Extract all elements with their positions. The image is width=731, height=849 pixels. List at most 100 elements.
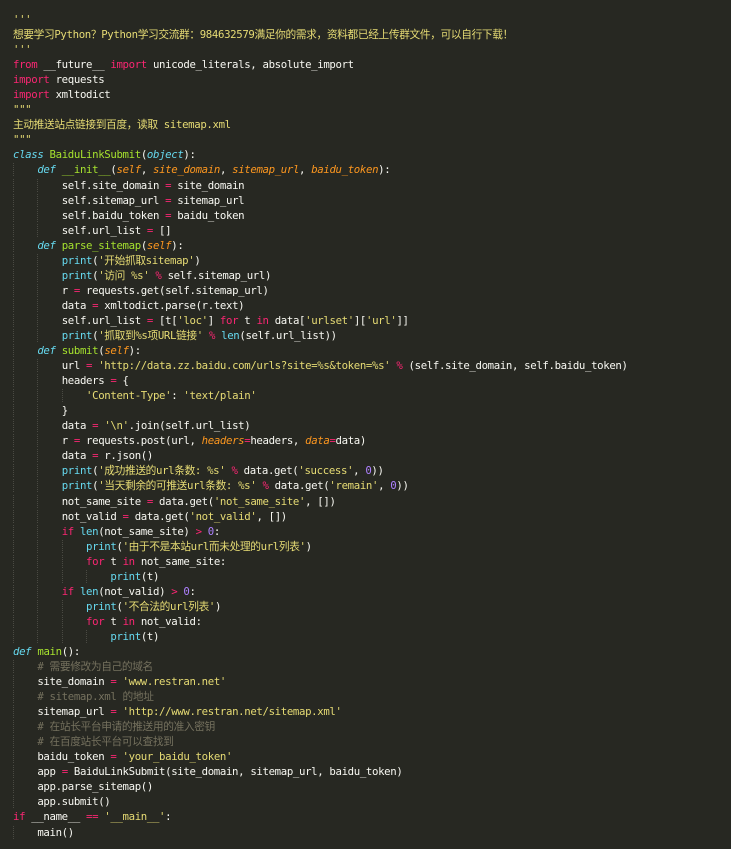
code-token: xmltodict	[49, 88, 111, 102]
code-token	[13, 329, 37, 342]
code-token: sitemap_url	[232, 163, 300, 177]
code-token: ):	[183, 148, 196, 162]
code-token	[62, 630, 86, 643]
code-token: from	[13, 58, 38, 72]
code-token: BaiduLinkSubmit(site_domain, sitemap_url…	[67, 765, 403, 779]
code-token: # 在百度站长平台可以查找到	[37, 735, 174, 749]
code-token: (not_valid)	[98, 584, 172, 598]
code-line: 想要学习Python？Python学习交流群：984632579满足你的需求，资…	[13, 27, 731, 42]
code-token	[13, 795, 37, 808]
code-token: for	[86, 554, 105, 568]
code-token: ))	[371, 464, 384, 478]
code-line: r = requests.get(self.sitemap_url)	[13, 283, 731, 298]
code-token: import	[110, 58, 147, 72]
code-token: submit	[61, 344, 99, 358]
code-token: app	[37, 765, 62, 779]
code-token: 'success'	[298, 464, 354, 478]
code-token: '\n'	[104, 419, 129, 433]
code-token: url	[61, 359, 87, 373]
code-token: (self.site_domain, self.baidu_token)	[402, 359, 628, 373]
code-line: '''	[13, 12, 731, 27]
code-token: print	[61, 268, 93, 282]
code-token	[13, 344, 37, 357]
code-token: self.url_list	[61, 223, 147, 237]
code-token: (t)	[140, 569, 160, 583]
code-token: not_valid:	[134, 614, 202, 628]
code-token: BaiduLinkSubmit	[49, 148, 142, 162]
code-token: r	[61, 434, 74, 448]
code-token: data.get(	[152, 494, 214, 508]
code-token	[13, 464, 37, 477]
code-token	[62, 389, 86, 402]
code-token: 'url'	[366, 313, 397, 327]
code-line: # 在百度站长平台可以查找到	[13, 734, 731, 749]
code-token	[13, 209, 37, 222]
code-line: app.submit()	[13, 794, 731, 809]
code-token: r.json()	[98, 449, 153, 463]
code-token	[13, 449, 37, 462]
code-token	[13, 675, 37, 688]
code-token: 'http://www.restran.net/sitemap.xml'	[122, 705, 342, 719]
code-token	[13, 615, 37, 628]
code-line: import xmltodict	[13, 87, 731, 102]
code-token	[37, 359, 61, 372]
code-token	[37, 374, 61, 387]
code-token: self	[116, 163, 141, 177]
code-line: self.site_domain = site_domain	[13, 178, 731, 193]
code-line: url = 'http://data.zz.baidu.com/urls?sit…	[13, 358, 731, 373]
code-token: [t[	[152, 313, 178, 327]
code-token	[37, 194, 61, 207]
code-token: ):	[378, 163, 391, 177]
code-token	[13, 194, 37, 207]
code-token: data.get(	[268, 479, 330, 493]
code-line: self.url_list = [t['loc'] for t in data[…	[13, 313, 731, 328]
code-token	[13, 479, 37, 492]
code-token	[13, 525, 37, 538]
code-token: print	[86, 599, 117, 613]
code-token: sitemap_url	[171, 193, 245, 207]
code-line: 'Content-Type': 'text/plain'	[13, 388, 731, 403]
code-token: t	[104, 614, 123, 628]
code-token: in	[122, 614, 136, 628]
code-line: app.parse_sitemap()	[13, 779, 731, 794]
code-line: not_valid = data.get('not_valid', [])	[13, 509, 731, 524]
code-token: baidu_token	[171, 208, 245, 222]
code-token: __init__	[61, 163, 111, 177]
code-line: print('开始抓取sitemap')	[13, 253, 731, 268]
code-token	[37, 449, 61, 462]
code-token	[13, 495, 37, 508]
code-token	[37, 555, 61, 568]
code-token	[13, 690, 37, 703]
code-token: data)	[335, 434, 367, 448]
code-token: for	[219, 313, 239, 327]
code-token: site_domain	[153, 163, 220, 177]
code-token: ,	[299, 163, 312, 177]
code-line: }	[13, 403, 731, 418]
code-token: 想要学习Python？Python学习交流群：984632579满足你的需求，资…	[13, 28, 513, 42]
code-token: '由于不是本站url而未处理的url列表'	[122, 539, 306, 553]
code-editor[interactable]: ''' 想要学习Python？Python学习交流群：984632579满足你的需…	[0, 0, 731, 849]
code-token	[37, 284, 61, 297]
code-token: # 在站长平台申请的推送用的准入密钥	[37, 720, 215, 734]
code-token	[62, 540, 86, 553]
code-token: ):	[171, 238, 184, 252]
code-token: requests.post(url,	[79, 434, 202, 448]
code-line: sitemap_url = 'http://www.restran.net/si…	[13, 704, 731, 719]
code-token: """	[13, 133, 32, 147]
code-token: object	[146, 148, 184, 162]
code-token	[13, 314, 37, 327]
code-token	[37, 209, 61, 222]
code-line: class BaiduLinkSubmit(object):	[13, 147, 731, 162]
code-token: ))	[396, 479, 409, 493]
code-token: import	[13, 73, 50, 87]
code-token	[13, 826, 37, 839]
code-token: in	[122, 554, 136, 568]
code-token	[13, 585, 37, 598]
code-token: '__main__'	[104, 810, 166, 824]
code-token: """	[13, 103, 32, 117]
code-token: 'remain'	[329, 479, 379, 493]
code-token	[13, 434, 37, 447]
code-token: ):	[128, 344, 142, 358]
code-token: []	[152, 223, 172, 237]
code-token	[37, 495, 61, 508]
